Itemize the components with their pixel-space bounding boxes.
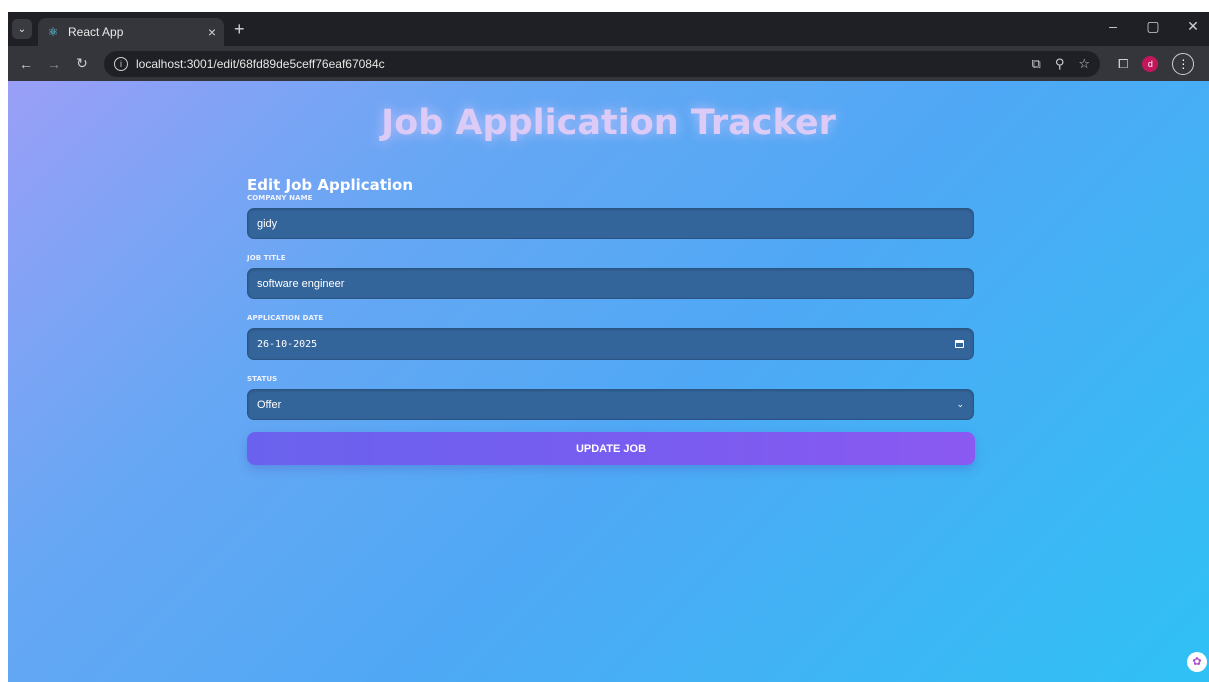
extensions-icon[interactable]: ⧠	[1118, 56, 1128, 72]
update-job-button[interactable]: UPDATE JOB	[247, 432, 975, 465]
minimize-icon[interactable]: –	[1105, 18, 1121, 35]
calendar-icon[interactable]	[955, 340, 964, 348]
page-viewport: Job Application Tracker Edit Job Applica…	[8, 81, 1209, 682]
form-heading: Edit Job Application	[247, 176, 414, 194]
tab-search-icon[interactable]: ⌄	[12, 19, 32, 39]
bookmark-star-icon[interactable]: ☆	[1078, 56, 1090, 72]
browser-tab[interactable]: ⚛ React App ×	[38, 18, 224, 46]
window-controls: – ▢ ✕	[1105, 18, 1201, 35]
zoom-icon[interactable]: ⚲	[1055, 56, 1065, 72]
reload-icon[interactable]: ↻	[72, 55, 92, 72]
company-name-value: gidy	[257, 217, 278, 230]
job-title-input[interactable]: software engineer	[247, 268, 974, 299]
company-name-label: COMPANY NAME	[247, 194, 313, 202]
status-label: STATUS	[247, 375, 278, 383]
react-favicon-icon: ⚛	[47, 25, 59, 39]
back-icon[interactable]: ←	[16, 56, 36, 72]
app-title: Job Application Tracker	[381, 103, 836, 143]
extension-brain-icon[interactable]: ✿	[1187, 652, 1207, 672]
edit-job-form: Edit Job Application COMPANY NAME gidy J…	[247, 176, 975, 465]
tab-title: React App	[68, 25, 124, 39]
browser-toolbar: ← → ↻ i localhost:3001/edit/68fd89de5cef…	[8, 46, 1209, 81]
browser-tab-strip: ⌄ ⚛ React App × + – ▢ ✕	[8, 12, 1209, 46]
install-app-icon[interactable]: ⧉	[1032, 56, 1041, 72]
forward-icon[interactable]: →	[44, 56, 64, 72]
profile-avatar[interactable]: d	[1142, 55, 1159, 72]
browser-menu-icon[interactable]: ⋮	[1172, 52, 1195, 75]
company-name-input[interactable]: gidy	[247, 208, 974, 239]
job-title-label: JOB TITLE	[247, 254, 286, 262]
status-value: Offer	[257, 398, 282, 411]
url-text: localhost:3001/edit/68fd89de5ceff76eaf67…	[136, 56, 385, 71]
application-date-input[interactable]: 26-10-2025	[247, 328, 974, 360]
application-date-value: 26-10-2025	[257, 338, 318, 350]
application-date-label: APPLICATION DATE	[247, 314, 324, 322]
address-bar[interactable]: i localhost:3001/edit/68fd89de5ceff76eaf…	[104, 50, 1100, 77]
new-tab-icon[interactable]: +	[234, 20, 245, 38]
close-window-icon[interactable]: ✕	[1185, 18, 1201, 35]
job-title-value: software engineer	[257, 277, 345, 290]
close-tab-icon[interactable]: ×	[208, 24, 216, 40]
status-select[interactable]: Offer ⌄	[247, 389, 974, 420]
restore-icon[interactable]: ▢	[1145, 18, 1161, 35]
chevron-down-icon: ⌄	[956, 399, 964, 409]
site-info-icon[interactable]: i	[114, 56, 128, 71]
